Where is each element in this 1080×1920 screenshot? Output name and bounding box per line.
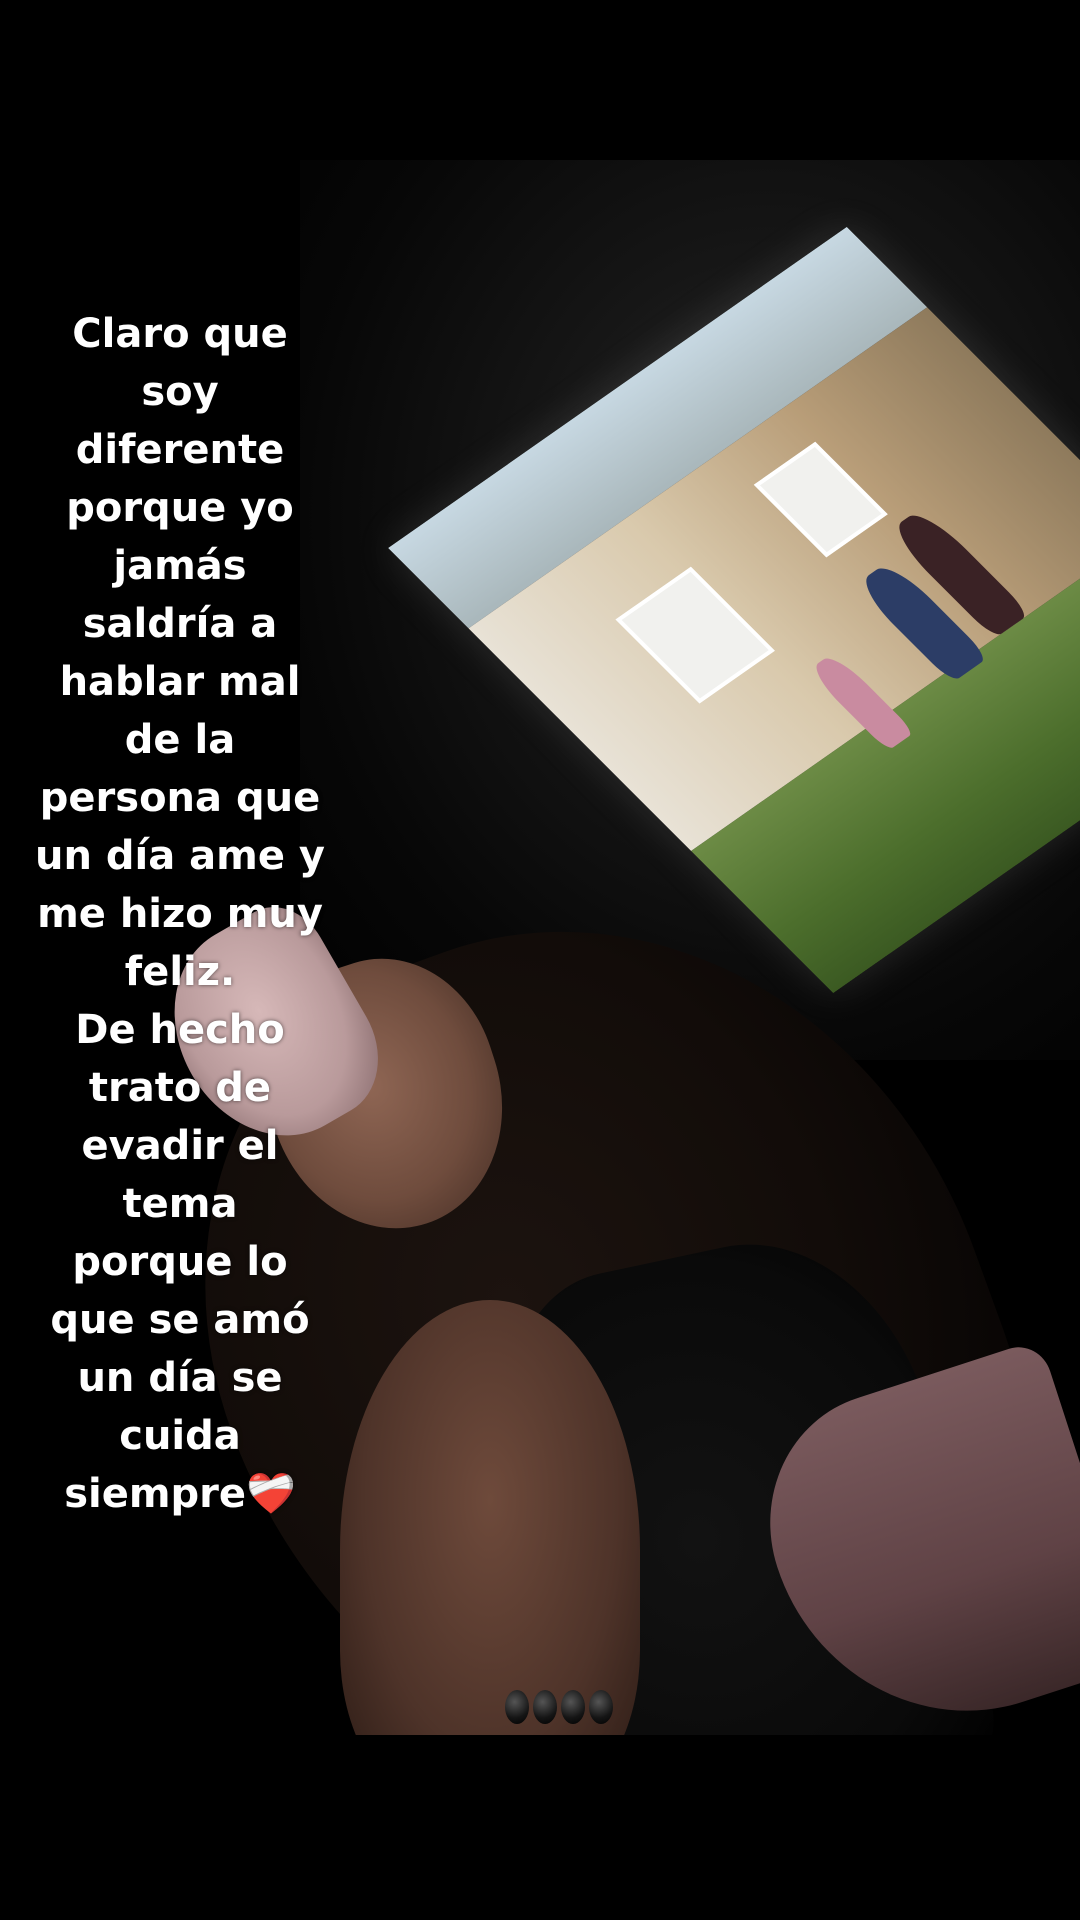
caption-line: De hecho [75, 1007, 285, 1053]
caption-line: de la [124, 717, 236, 763]
caption-text: Claro que soy diferente porque yo jamás … [30, 305, 330, 1523]
caption-line: hablar mal [59, 659, 301, 705]
caption-line: Claro que [72, 311, 288, 357]
caption-line: un día ame y [35, 833, 325, 879]
caption-line: me hizo muy [37, 891, 323, 937]
caption-line: saldría a [82, 601, 278, 647]
bottom-black-area [0, 1735, 1080, 1920]
caption-line: trato de [88, 1065, 272, 1111]
caption-line: evadir el [81, 1123, 279, 1169]
caption-line: porque lo [72, 1239, 288, 1285]
caption-line: porque yo [66, 485, 294, 531]
caption-line: siempre❤️‍🩹 [64, 1471, 296, 1517]
caption-line: jamás [113, 543, 247, 589]
caption-line: soy [141, 369, 219, 415]
caption-line: persona que [39, 775, 321, 821]
caption-line: diferente [75, 427, 285, 473]
house-window [615, 566, 775, 704]
caption-line: que se amó [50, 1297, 310, 1343]
caption-line: feliz. [124, 949, 236, 995]
caption-line: tema [122, 1181, 238, 1227]
house-window [753, 441, 888, 558]
bead-bracelet [505, 1690, 615, 1730]
caption-line: un día se [77, 1355, 283, 1401]
caption-line: cuida [119, 1413, 241, 1459]
